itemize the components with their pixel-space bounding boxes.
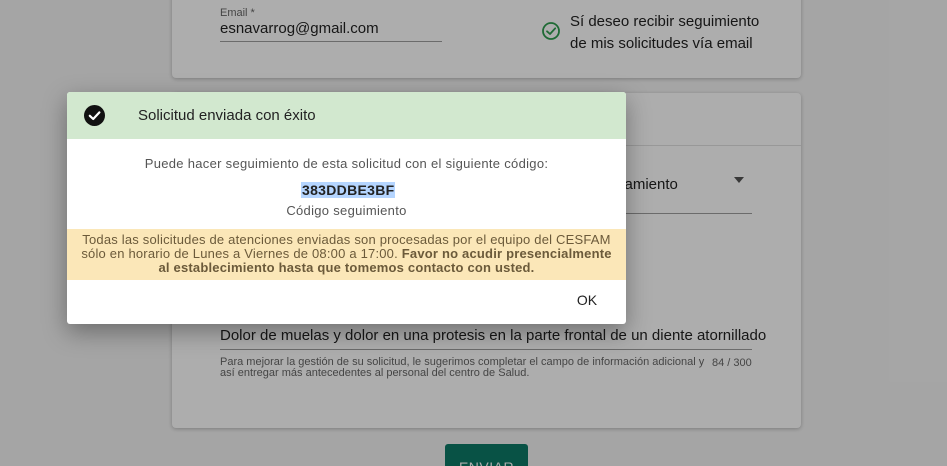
success-dialog: Solicitud enviada con éxito Puede hacer …	[67, 92, 626, 324]
dialog-title: Solicitud enviada con éxito	[138, 107, 316, 124]
warning-notice: Todas las solicitudes de atenciones envi…	[67, 229, 626, 280]
tracking-code[interactable]: 383DDBE3BF	[301, 182, 396, 198]
tracking-code-label: Código seguimiento	[286, 203, 407, 218]
check-circle-filled-icon	[84, 105, 105, 126]
dialog-header: Solicitud enviada con éxito	[67, 92, 626, 139]
dialog-message: Puede hacer seguimiento de esta solicitu…	[144, 156, 549, 171]
ok-button[interactable]: OK	[567, 289, 607, 311]
